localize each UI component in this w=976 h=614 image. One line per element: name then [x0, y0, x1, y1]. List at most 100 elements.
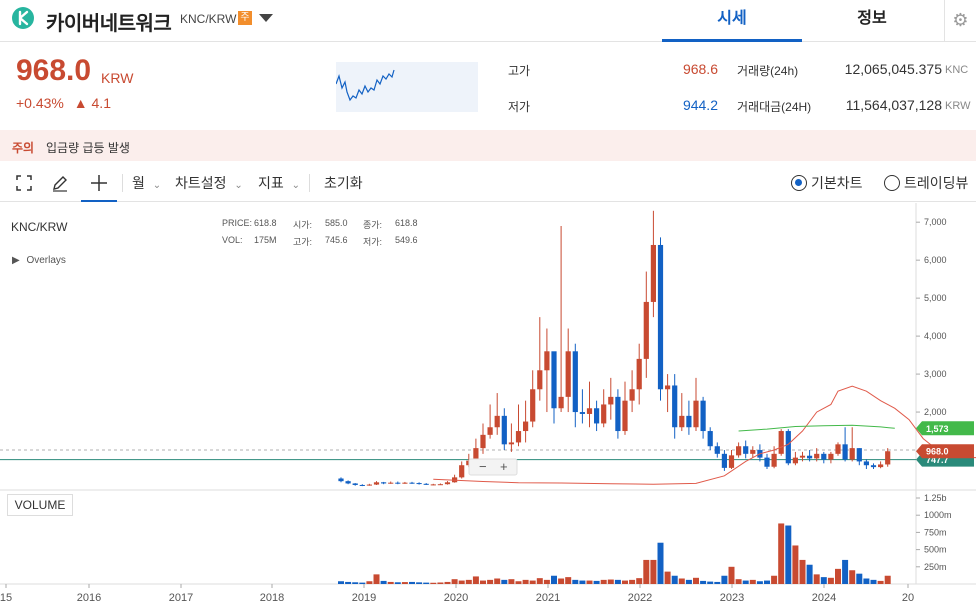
candle-body: [714, 446, 720, 454]
candle-body: [388, 482, 394, 484]
volume-bar: [465, 579, 472, 584]
current-price: 968.0: [16, 54, 92, 87]
candle-body: [849, 448, 855, 460]
y-tick-label: 6,000: [924, 255, 947, 265]
draw-pencil-icon[interactable]: [42, 164, 78, 202]
price-chart-area[interactable]: KNC/KRW ▶ Overlays PRICE: 618.8 시가: 585.…: [0, 203, 976, 614]
x-tick-label: 2017: [169, 592, 193, 604]
volume-bar: [700, 580, 707, 584]
chevron-down-icon: ⌄: [291, 180, 301, 191]
tradingview-label[interactable]: 트레이딩뷰: [904, 164, 968, 202]
chevron-down-icon: ⌄: [152, 180, 162, 191]
settings-gear-icon[interactable]: ⚙: [944, 0, 976, 42]
x-tick-label: 15: [0, 592, 12, 604]
candle-body: [423, 483, 429, 485]
candle-body: [693, 400, 699, 428]
candle-body: [480, 434, 486, 449]
amount-24h-value: 11,564,037,128: [845, 97, 942, 113]
vol-tick-label: 1.25b: [924, 493, 947, 503]
crosshair-icon[interactable]: [81, 164, 117, 202]
price-change: +0.43% ▲ 4.1: [16, 95, 111, 111]
candle-body: [352, 483, 358, 485]
volume-bar: [437, 582, 444, 584]
volume-bar: [678, 578, 685, 584]
volume-bar: [401, 582, 408, 584]
volume-bar: [693, 577, 699, 584]
volume-bar: [522, 579, 529, 584]
volume-bar: [707, 581, 714, 584]
candle-body: [487, 427, 493, 435]
candle-body: [835, 444, 841, 454]
volume-bar: [827, 577, 834, 584]
basic-chart-radio[interactable]: [791, 175, 807, 191]
candle-body: [721, 453, 727, 468]
volume-bar: [579, 580, 586, 584]
x-tick-label: 2023: [720, 592, 744, 604]
candle-body: [650, 244, 656, 302]
volume-bar: [856, 573, 863, 584]
candle-body: [565, 351, 571, 397]
tradingview-radio[interactable]: [884, 175, 900, 191]
volume-bar: [742, 580, 749, 584]
candle-body: [437, 484, 443, 486]
volume-bar: [359, 582, 366, 584]
reset-button[interactable]: 초기화: [324, 164, 363, 202]
volume-bar: [643, 559, 650, 584]
candle-body: [338, 478, 344, 482]
candle-body: [416, 483, 422, 485]
volume-bar: [721, 575, 728, 584]
indicators-menu[interactable]: 지표 ⌄: [258, 164, 300, 202]
x-tick-label: 2018: [260, 592, 284, 604]
vol-tick-label: 500m: [924, 545, 947, 555]
vol-tick-label: 250m: [924, 562, 947, 572]
moving-average-long: [738, 424, 895, 432]
basic-chart-label[interactable]: 기본차트: [811, 164, 863, 202]
candle-body: [459, 465, 465, 478]
fullscreen-icon[interactable]: [6, 164, 42, 202]
candle-body: [764, 457, 770, 467]
volume-bar: [430, 582, 437, 584]
zoom-out-icon: −: [479, 459, 487, 474]
candle-body: [366, 484, 372, 486]
volume-bar: [458, 580, 465, 584]
period-label: 월: [132, 175, 145, 191]
candle-body: [679, 415, 685, 428]
volume-bar: [558, 578, 565, 584]
x-tick-label: 2020: [444, 592, 468, 604]
change-absolute: ▲ 4.1: [73, 95, 111, 111]
chart-settings-menu[interactable]: 차트설정 ⌄: [175, 164, 243, 202]
volume-bar: [508, 579, 515, 584]
volume-bar: [842, 559, 849, 584]
candle-body: [728, 455, 735, 468]
tab-info[interactable]: 정보: [802, 0, 942, 42]
tab-market-price[interactable]: 시세: [662, 0, 802, 42]
volume-bar: [728, 566, 735, 584]
volume-bar: [806, 564, 813, 584]
period-select[interactable]: 월 ⌄: [132, 164, 161, 202]
candle-body: [551, 351, 557, 409]
x-tick-label: 2019: [352, 592, 376, 604]
y-tick-label: 3,000: [924, 369, 947, 379]
volume-bar: [394, 582, 401, 584]
caution-text: 입금량 급등 발생: [46, 141, 130, 155]
header-bar: 카이버네트워크 KNC/KRW 주 시세 정보 ⚙: [0, 0, 976, 42]
volume-bar: [444, 581, 451, 584]
volume-bar: [607, 579, 614, 584]
candle-body: [615, 396, 621, 432]
volume-bar: [480, 580, 486, 584]
candle-body: [594, 408, 600, 424]
volume-bar: [352, 582, 359, 584]
zoom-controls: [468, 458, 518, 476]
candle-body: [395, 482, 401, 484]
volume-bar: [387, 581, 394, 584]
candle-body: [792, 457, 798, 464]
candle-body: [842, 444, 848, 460]
candle-body: [643, 301, 649, 359]
candle-body: [672, 385, 678, 428]
volume-panel-label: VOLUME: [7, 494, 73, 516]
candle-body: [494, 415, 500, 428]
candle-body: [622, 400, 628, 432]
volume-bar: [671, 575, 678, 584]
price-unit: KRW: [101, 70, 134, 86]
coin-select-dropdown-icon[interactable]: [259, 14, 273, 22]
